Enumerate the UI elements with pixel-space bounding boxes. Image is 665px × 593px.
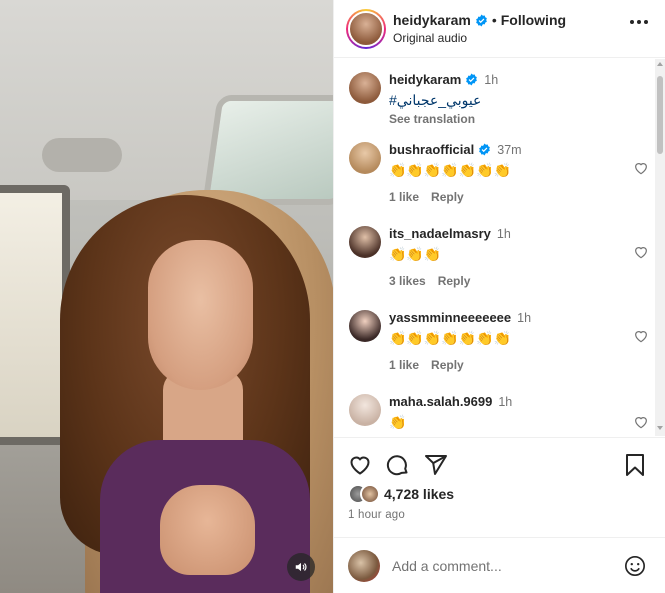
post-header: heidykaram • Following Original audio <box>334 0 665 58</box>
reel-video[interactable] <box>0 0 333 593</box>
reply-button[interactable]: Reply <box>438 274 471 288</box>
commenter-username[interactable]: maha.salah.9699 <box>389 394 492 409</box>
liker-avatar <box>360 484 380 504</box>
post-modal: heidykaram • Following Original audio he… <box>0 0 665 593</box>
post-timestamp: 1 hour ago <box>348 509 405 521</box>
see-translation-link[interactable]: See translation <box>389 112 629 126</box>
comment-likes[interactable]: 3 likes <box>389 274 426 288</box>
comment-time: 37m <box>497 142 522 157</box>
current-user-avatar <box>348 549 380 582</box>
commenter-username[interactable]: yassmminneeeeeee <box>389 310 511 325</box>
comment-time: 1h <box>498 394 513 409</box>
commenter-avatar[interactable] <box>349 142 381 174</box>
author-avatar[interactable] <box>346 8 386 49</box>
scrollbar-thumb[interactable] <box>657 76 663 154</box>
commenter-avatar[interactable] <box>349 394 381 426</box>
commenter-username[interactable]: its_nadaelmasry <box>389 226 491 241</box>
comment-text: 👏👏👏👏👏👏👏 <box>389 330 512 346</box>
emoji-icon[interactable] <box>624 555 646 577</box>
reply-button[interactable]: Reply <box>431 358 464 372</box>
comment-time: 1h <box>496 226 511 241</box>
person-face <box>148 240 253 390</box>
comment-text: 👏👏👏👏👏👏👏 <box>389 162 512 178</box>
caption-time: 1h <box>484 72 499 87</box>
post-panel: heidykaram • Following Original audio he… <box>333 0 665 593</box>
audio-link[interactable]: Original audio <box>393 31 566 45</box>
likes-summary[interactable]: 4,728 likes <box>348 484 454 504</box>
commenter-avatar[interactable] <box>349 226 381 258</box>
comment-input[interactable] <box>392 557 612 574</box>
scroll-down-arrow[interactable] <box>657 426 663 430</box>
action-bar: 4,728 likes 1 hour ago <box>334 437 665 537</box>
scroll-up-arrow[interactable] <box>657 62 663 66</box>
caption-username[interactable]: heidykaram <box>389 72 461 87</box>
separator-dot: • <box>491 12 497 28</box>
author-username[interactable]: heidykaram <box>393 12 471 28</box>
caption-hashtag[interactable]: #عيوبي_عجباني <box>389 92 481 108</box>
comment-time: 1h <box>517 310 532 325</box>
verified-icon <box>475 14 487 26</box>
bookmark-icon[interactable] <box>624 453 646 477</box>
comment-text: 👏👏👏 <box>389 246 442 262</box>
verified-icon <box>479 143 491 156</box>
car-sunroof <box>202 95 333 205</box>
mute-button[interactable] <box>287 553 315 581</box>
likes-count[interactable]: 4,728 likes <box>384 486 454 502</box>
commenter-avatar[interactable] <box>349 310 381 342</box>
add-comment-bar <box>334 537 665 593</box>
more-icon <box>630 20 634 24</box>
share-icon[interactable] <box>424 453 448 477</box>
verified-icon <box>466 73 478 86</box>
like-comment-heart-icon[interactable] <box>633 160 649 176</box>
comment-text: 👏 <box>389 414 407 430</box>
comment-likes[interactable]: 1 like <box>389 358 419 372</box>
like-comment-heart-icon[interactable] <box>633 414 649 430</box>
commenter-username[interactable]: bushraofficial <box>389 142 474 157</box>
grab-handle <box>42 138 122 172</box>
like-comment-heart-icon[interactable] <box>633 328 649 344</box>
more-options-button[interactable] <box>630 20 648 24</box>
comment-icon[interactable] <box>386 453 410 477</box>
following-button[interactable]: Following <box>501 12 566 28</box>
caption-avatar[interactable] <box>349 72 381 104</box>
heart-icon[interactable] <box>348 453 372 477</box>
comment-likes[interactable]: 1 like <box>389 190 419 204</box>
person-hand <box>160 485 255 575</box>
speaker-icon <box>295 562 307 572</box>
reply-button[interactable]: Reply <box>431 190 464 204</box>
like-comment-heart-icon[interactable] <box>633 244 649 260</box>
comments-list: heidykaram 1h #عيوبي_عجباني See translat… <box>334 59 665 436</box>
